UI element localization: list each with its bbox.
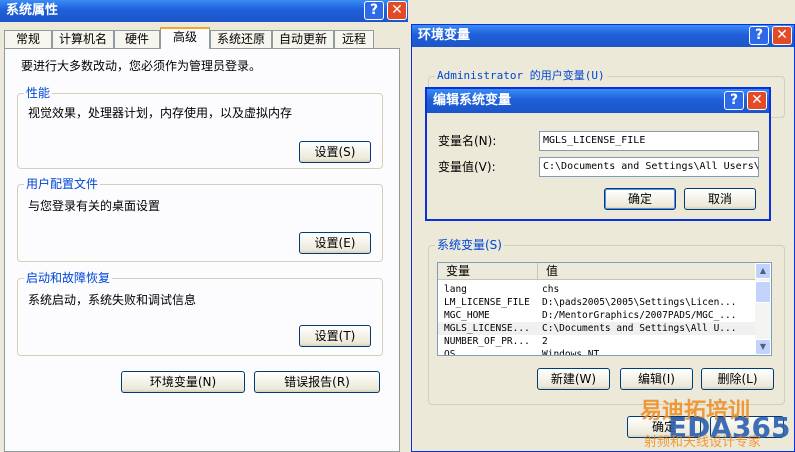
row-value: Windows_NT <box>542 349 600 356</box>
user-variables-label: Administrator 的用户变量(U) <box>435 69 607 83</box>
row-value: chs <box>542 284 560 295</box>
scroll-down-icon[interactable]: ▼ <box>755 339 771 355</box>
env-close-icon[interactable]: ✕ <box>772 26 792 45</box>
help-icon[interactable]: ? <box>364 1 384 20</box>
new-variable-button[interactable]: 新建(W) <box>537 368 610 390</box>
performance-label: 性能 <box>24 86 53 100</box>
edit-dialog-title: 编辑系统变量 <box>433 93 512 108</box>
user-profiles-label: 用户配置文件 <box>24 177 101 191</box>
user-profiles-group: 用户配置文件 与您登录有关的桌面设置 设置(E) <box>17 177 383 262</box>
list-header: 变量 值 <box>438 263 755 280</box>
table-row[interactable]: lang chs <box>438 283 755 296</box>
startup-recovery-settings-button[interactable]: 设置(T) <box>299 325 371 347</box>
system-properties-titlebar: 系统属性 <box>0 0 408 22</box>
row-name: lang <box>444 284 467 295</box>
startup-recovery-label: 启动和故障恢复 <box>24 271 113 285</box>
watermark-tagline: 射频和天线设计专家 <box>644 435 762 450</box>
tab-advanced[interactable]: 高级 <box>160 27 210 49</box>
tab-remote[interactable]: 远程 <box>334 30 374 48</box>
scroll-thumb[interactable] <box>755 281 771 303</box>
row-name: NUMBER_OF_PR... <box>444 336 530 347</box>
row-name: OS <box>444 349 456 356</box>
system-variables-label: 系统变量(S) <box>435 238 504 252</box>
column-value[interactable]: 值 <box>538 263 757 279</box>
performance-settings-button[interactable]: 设置(S) <box>299 141 371 163</box>
error-reporting-button[interactable]: 错误报告(R) <box>254 371 380 393</box>
list-scrollbar[interactable]: ▲ ▼ <box>755 263 771 355</box>
edit-variable-button[interactable]: 编辑(I) <box>620 368 693 390</box>
performance-desc: 视觉效果，处理器计划，内存使用，以及虚拟内存 <box>28 106 293 120</box>
tab-hardware[interactable]: 硬件 <box>114 30 160 48</box>
edit-help-icon[interactable]: ? <box>724 91 744 110</box>
row-value: 2 <box>542 336 548 347</box>
performance-group: 性能 视觉效果，处理器计划，内存使用，以及虚拟内存 设置(S) <box>17 86 383 169</box>
tab-automatic-updates[interactable]: 自动更新 <box>272 30 334 48</box>
variable-value-input[interactable]: C:\Documents and Settings\All Users\ <box>539 157 759 177</box>
row-value: D:/MentorGraphics/2007PADS/MGC_... <box>542 310 737 321</box>
variable-value-label: 变量值(V): <box>438 160 496 174</box>
admin-note: 要进行大多数改动，您必须作为管理员登录。 <box>21 59 262 73</box>
env-help-icon[interactable]: ? <box>749 26 769 45</box>
startup-recovery-group: 启动和故障恢复 系统启动，系统失败和调试信息 设置(T) <box>17 271 383 356</box>
variable-name-label: 变量名(N): <box>438 134 497 148</box>
table-row[interactable]: MGC_HOME D:/MentorGraphics/2007PADS/MGC_… <box>438 309 755 322</box>
table-row-selected[interactable]: MGLS_LICENSE... C:\Documents and Setting… <box>438 322 755 335</box>
table-row[interactable]: LM_LICENSE_FILE D:\pads2005\2005\Setting… <box>438 296 755 309</box>
row-value: C:\Documents and Settings\All U... <box>542 323 737 334</box>
system-variables-list[interactable]: 变量 值 lang chs LM_LICENSE_FILE D:\pads200… <box>437 262 772 356</box>
row-name: LM_LICENSE_FILE <box>444 297 530 308</box>
window-title: 系统属性 <box>6 3 59 18</box>
advanced-panel: 要进行大多数改动，您必须作为管理员登录。 性能 视觉效果，处理器计划，内存使用，… <box>4 48 400 452</box>
edit-close-icon[interactable]: ✕ <box>747 91 767 110</box>
variable-name-input[interactable]: MGLS_LICENSE_FILE <box>539 131 759 151</box>
tab-system-restore[interactable]: 系统还原 <box>210 30 272 48</box>
tab-general[interactable]: 常规 <box>4 30 52 48</box>
edit-system-variable-dialog: 编辑系统变量 ? ✕ 变量名(N): MGLS_LICENSE_FILE 变量值… <box>425 87 771 221</box>
delete-variable-button[interactable]: 删除(L) <box>701 368 774 390</box>
edit-ok-button[interactable]: 确定 <box>604 188 676 210</box>
environment-variables-button[interactable]: 环境变量(N) <box>121 371 245 393</box>
startup-recovery-desc: 系统启动，系统失败和调试信息 <box>28 293 197 307</box>
user-profiles-settings-button[interactable]: 设置(E) <box>299 232 371 254</box>
close-icon[interactable]: ✕ <box>387 1 407 20</box>
user-profiles-desc: 与您登录有关的桌面设置 <box>28 199 161 213</box>
environment-variables-titlebar: 环境变量 <box>412 25 794 47</box>
system-properties-window: 系统属性 ? ✕ 常规 计算机名 硬件 高级 系统还原 自动更新 远程 要进行大… <box>0 0 408 452</box>
row-value: D:\pads2005\2005\Settings\Licen... <box>542 297 737 308</box>
table-row[interactable]: OS Windows_NT <box>438 348 755 356</box>
table-row[interactable]: NUMBER_OF_PR... 2 <box>438 335 755 348</box>
row-name: MGC_HOME <box>444 310 490 321</box>
env-window-title: 环境变量 <box>418 28 471 43</box>
column-variable[interactable]: 变量 <box>438 263 538 279</box>
edit-dialog-titlebar: 编辑系统变量 <box>427 89 769 113</box>
tab-computer-name[interactable]: 计算机名 <box>52 30 114 48</box>
system-variables-group: 系统变量(S) 变量 值 lang chs LM_LICENSE_FILE D:… <box>428 238 785 405</box>
scroll-up-icon[interactable]: ▲ <box>755 263 771 279</box>
edit-cancel-button[interactable]: 取消 <box>684 188 756 210</box>
row-name: MGLS_LICENSE... <box>444 323 530 334</box>
